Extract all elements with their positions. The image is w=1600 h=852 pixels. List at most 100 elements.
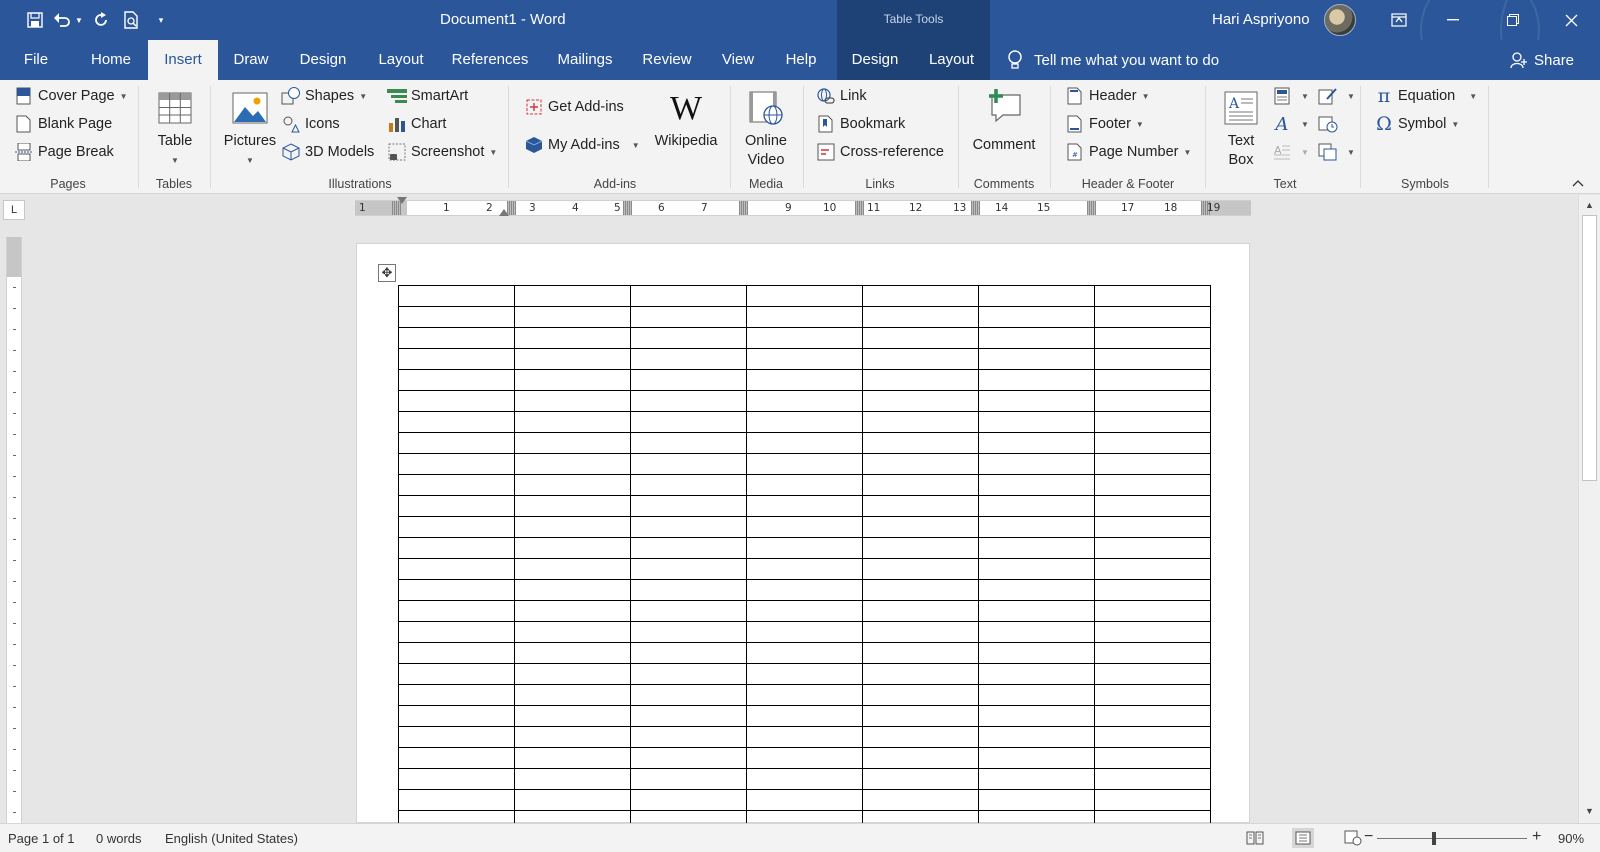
table-cell[interactable] (398, 558, 515, 580)
table-cell[interactable] (630, 726, 747, 748)
table-cell[interactable] (514, 621, 631, 643)
table-cell[interactable] (1094, 600, 1211, 622)
tab-selector-icon[interactable]: L (3, 200, 25, 220)
table-cell[interactable] (978, 369, 1095, 391)
table-cell[interactable] (1094, 726, 1211, 748)
table-cell[interactable] (514, 663, 631, 685)
undo-icon[interactable]: ▼ (50, 6, 86, 34)
table-cell[interactable] (978, 621, 1095, 643)
table-cell[interactable] (862, 348, 979, 370)
pictures-button[interactable]: Pictures ▼ (222, 88, 278, 170)
table-cell[interactable] (862, 537, 979, 559)
table-move-handle-icon[interactable]: ✥ (378, 264, 396, 282)
page-break-button[interactable]: Page Break (14, 142, 114, 162)
table-button[interactable]: Table ▼ (152, 88, 198, 170)
table-cell[interactable] (978, 516, 1095, 538)
table-cell[interactable] (746, 642, 863, 664)
table-cell[interactable] (1094, 747, 1211, 769)
table-cell[interactable] (1094, 474, 1211, 496)
table-cell[interactable] (746, 768, 863, 790)
vertical-scrollbar[interactable]: ▲ ▼ (1578, 195, 1600, 823)
table-cell[interactable] (630, 348, 747, 370)
table-cell[interactable] (978, 600, 1095, 622)
tab-table-layout[interactable]: Layout (913, 40, 990, 80)
table-cell[interactable] (746, 411, 863, 433)
read-mode-icon[interactable] (1244, 828, 1266, 848)
table-cell[interactable] (1094, 453, 1211, 475)
table-cell[interactable] (630, 369, 747, 391)
table-cell[interactable] (978, 579, 1095, 601)
table-cell[interactable] (398, 663, 515, 685)
web-layout-icon[interactable] (1342, 828, 1364, 848)
table-cell[interactable] (978, 411, 1095, 433)
minimize-icon[interactable] (1430, 0, 1476, 40)
table-cell[interactable] (1094, 285, 1211, 307)
zoom-in-button[interactable]: + (1532, 828, 1541, 846)
table-cell[interactable] (630, 537, 747, 559)
table-cell[interactable] (514, 453, 631, 475)
table-cell[interactable] (514, 642, 631, 664)
table-cell[interactable] (746, 453, 863, 475)
table-cell[interactable] (862, 495, 979, 517)
table-cell[interactable] (630, 663, 747, 685)
table-cell[interactable] (862, 327, 979, 349)
table-cell[interactable] (1094, 558, 1211, 580)
table-cell[interactable] (862, 663, 979, 685)
date-time-button[interactable] (1318, 114, 1342, 134)
ruler-column-marker[interactable] (739, 201, 748, 215)
tab-review[interactable]: Review (636, 40, 698, 80)
share-button[interactable]: Share (1510, 40, 1574, 80)
get-addins-button[interactable]: Get Add-ins (524, 97, 624, 117)
object-button[interactable]: ▼ (1318, 142, 1355, 162)
cross-reference-button[interactable]: Cross-reference (816, 142, 944, 162)
avatar[interactable] (1324, 4, 1356, 36)
table-cell[interactable] (1094, 390, 1211, 412)
tab-home[interactable]: Home (80, 40, 142, 80)
table-cell[interactable] (398, 684, 515, 706)
table-cell[interactable] (862, 474, 979, 496)
table-cell[interactable] (398, 327, 515, 349)
chart-button[interactable]: Chart (387, 114, 446, 134)
table-cell[interactable] (862, 579, 979, 601)
table-cell[interactable] (746, 726, 863, 748)
table-cell[interactable] (398, 474, 515, 496)
tab-mailings[interactable]: Mailings (552, 40, 618, 80)
drop-cap-button[interactable]: A ▼ (1272, 142, 1309, 162)
ruler-column-marker[interactable] (971, 201, 980, 215)
table-cell[interactable] (1094, 684, 1211, 706)
ruler-column-marker[interactable] (1087, 201, 1096, 215)
ruler-column-marker[interactable] (623, 201, 632, 215)
table-cell[interactable] (862, 684, 979, 706)
table-cell[interactable] (862, 768, 979, 790)
table-cell[interactable] (746, 621, 863, 643)
tell-me-search[interactable]: Tell me what you want to do (1008, 40, 1219, 80)
table-cell[interactable] (978, 453, 1095, 475)
tab-layout[interactable]: Layout (370, 40, 432, 80)
table-cell[interactable] (630, 432, 747, 454)
table-cell[interactable] (978, 558, 1095, 580)
table-cell[interactable] (630, 285, 747, 307)
table-cell[interactable] (978, 432, 1095, 454)
scroll-down-icon[interactable]: ▼ (1583, 804, 1596, 818)
table-cell[interactable] (398, 495, 515, 517)
document-page[interactable]: ✥ (356, 243, 1250, 832)
tab-design[interactable]: Design (290, 40, 356, 80)
language-indicator[interactable]: English (United States) (165, 831, 298, 846)
word-count[interactable]: 0 words (96, 831, 142, 846)
table-cell[interactable] (862, 411, 979, 433)
page-count[interactable]: Page 1 of 1 (8, 831, 75, 846)
table-cell[interactable] (630, 453, 747, 475)
table-cell[interactable] (630, 579, 747, 601)
table-cell[interactable] (746, 348, 863, 370)
restore-icon[interactable] (1490, 0, 1536, 40)
table-cell[interactable] (862, 558, 979, 580)
zoom-slider-thumb[interactable] (1432, 832, 1436, 845)
table-cell[interactable] (862, 642, 979, 664)
ruler-column-marker[interactable] (855, 201, 864, 215)
table-cell[interactable] (630, 705, 747, 727)
tab-draw[interactable]: Draw (226, 40, 276, 80)
symbol-button[interactable]: Ω Symbol ▼ (1374, 113, 1459, 135)
table-cell[interactable] (862, 600, 979, 622)
table-cell[interactable] (978, 327, 1095, 349)
table-cell[interactable] (1094, 432, 1211, 454)
